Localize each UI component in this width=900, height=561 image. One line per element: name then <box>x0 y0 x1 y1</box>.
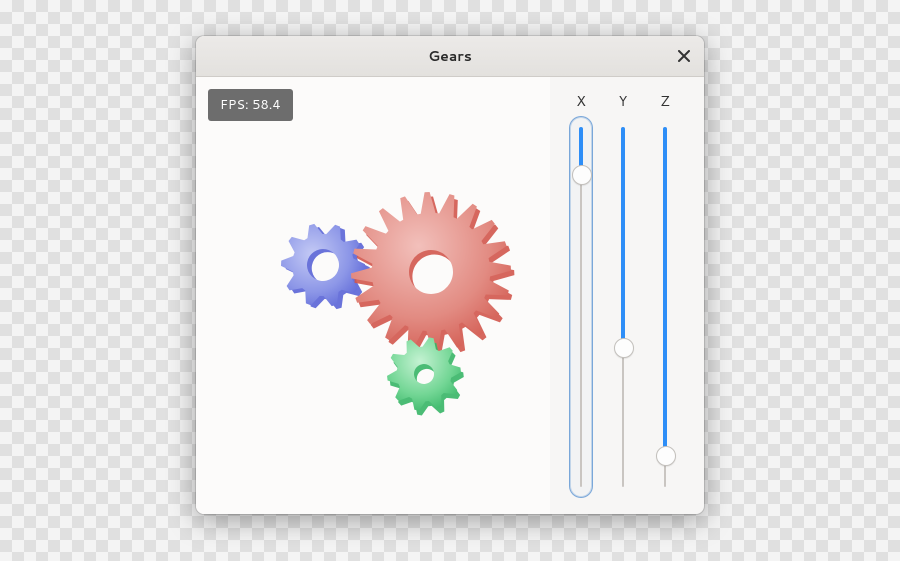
gl-viewport[interactable]: FPS: 58.4 <box>196 77 550 514</box>
slider-x[interactable] <box>570 117 592 497</box>
slider-panel: X Y Z <box>550 77 704 514</box>
slider-fill <box>663 127 667 455</box>
slider-fill <box>621 127 625 347</box>
slider-y-label: Y <box>619 91 628 111</box>
titlebar[interactable]: Gears <box>196 36 704 77</box>
app-window: Gears FPS: 58.4 <box>196 36 704 514</box>
slider-y-col: Y <box>612 91 634 497</box>
slider-x-col: X <box>570 91 592 497</box>
window-title: Gears <box>428 46 472 66</box>
slider-y[interactable] <box>612 117 634 497</box>
fps-overlay: FPS: 58.4 <box>208 89 293 121</box>
slider-thumb[interactable] <box>656 446 676 466</box>
slider-z-col: Z <box>654 91 676 497</box>
close-icon <box>678 50 690 62</box>
slider-thumb[interactable] <box>572 165 592 185</box>
content-area: FPS: 58.4 <box>196 77 704 514</box>
slider-z-label: Z <box>660 91 669 111</box>
close-button[interactable] <box>670 42 698 70</box>
gears-graphic <box>206 137 566 457</box>
slider-x-label: X <box>576 91 585 111</box>
slider-z[interactable] <box>654 117 676 497</box>
slider-thumb[interactable] <box>614 338 634 358</box>
